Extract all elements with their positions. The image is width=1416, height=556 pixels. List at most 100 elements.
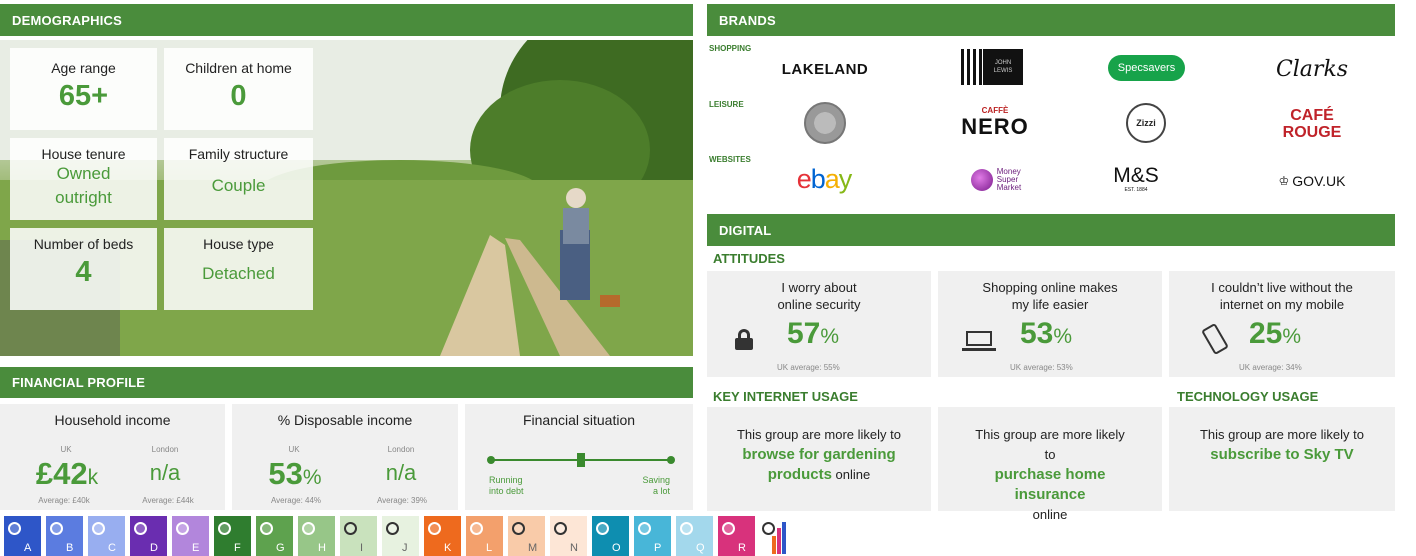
disposable-income-uk-number: 53 (268, 456, 303, 491)
key-usage-insurance-bold: purchase home insurance (994, 466, 1106, 503)
segment-swatch-o[interactable]: O (592, 516, 629, 556)
mobile-phone-icon (1201, 322, 1229, 356)
attitude-shopping-number: 53 (1020, 317, 1054, 350)
leisure-crest-logo (804, 102, 846, 144)
swatch-radio-icon (638, 522, 651, 535)
caffe-nero-text: NERO (961, 113, 1029, 139)
financial-profile-header: FINANCIAL PROFILE (0, 367, 693, 398)
segment-swatch-g[interactable]: G (256, 516, 293, 556)
house-type-card: House type Detached (164, 228, 313, 310)
ebay-y: y (838, 163, 852, 194)
key-internet-usage-label: KEY INTERNET USAGE (713, 389, 858, 404)
segment-swatch-q[interactable]: Q (676, 516, 713, 556)
msm-text: Money Super Market (997, 168, 1021, 192)
clarks-logo: Clarks (1275, 56, 1349, 82)
household-income-uk-value: £42k (22, 456, 112, 492)
attitude-security-percent: 57% (787, 317, 839, 351)
swatch-letter: F (234, 542, 241, 554)
disposable-income-uk-value: 53% (250, 456, 340, 492)
swatch-letter: C (108, 542, 116, 554)
segment-swatch-p[interactable]: P (634, 516, 671, 556)
swatch-radio-icon (596, 522, 609, 535)
swatch-letter: D (150, 542, 158, 554)
segment-swatch-j[interactable]: J (382, 516, 419, 556)
money-super-market-logo: Money Super Market (956, 164, 1036, 196)
key-usage-gardening-bold: browse for gardening products (742, 446, 896, 483)
attitude-shopping-line1: Shopping online makes (982, 280, 1118, 295)
segment-swatch-e[interactable]: E (172, 516, 209, 556)
ebay-b: b (810, 163, 826, 194)
financial-situation-title: Financial situation (522, 412, 636, 428)
attitude-security-line1: I worry about (781, 280, 857, 295)
cafe-rouge-line1: CAFÉ (1290, 107, 1334, 124)
household-income-london-value: n/a (149, 460, 181, 485)
number-of-beds-label: Number of beds (33, 236, 134, 252)
segment-swatch-k[interactable]: K (424, 516, 461, 556)
gov-uk-logo: ♔ GOV.UK (1262, 168, 1362, 194)
disposable-income-london-label: London (387, 445, 415, 454)
swatch-radio-icon (554, 522, 567, 535)
attitude-shopping-sign: % (1053, 325, 1073, 348)
key-usage-gardening-text: This group are more likely to browse for… (715, 425, 923, 485)
chart-icon-bar-2 (777, 528, 781, 554)
swatch-radio-icon (344, 522, 357, 535)
scale-right-line1: Saving (642, 475, 670, 485)
segment-swatch-m[interactable]: M (508, 516, 545, 556)
lock-icon (735, 329, 753, 350)
msm-line3: Market (996, 183, 1022, 192)
household-income-uk-unit: k (87, 466, 99, 489)
laptop-base (962, 348, 996, 351)
segment-swatch-n[interactable]: N (550, 516, 587, 556)
swatch-letter: L (486, 542, 493, 554)
segment-swatch-d[interactable]: D (130, 516, 167, 556)
swatch-letter: H (318, 542, 326, 554)
attitude-mobile-average: UK average: 34% (1239, 363, 1302, 372)
segment-swatch-f[interactable]: F (214, 516, 251, 556)
segment-swatch-i[interactable]: I (340, 516, 377, 556)
swatch-radio-icon (8, 522, 21, 535)
chart-icon-bar-1 (772, 536, 776, 554)
segment-swatch-a[interactable]: A (4, 516, 41, 556)
disposable-income-box: % Disposable income UK London 53% n/a Av… (232, 404, 458, 510)
john-lewis-bars (961, 49, 983, 85)
swatch-letter: K (444, 542, 452, 554)
swatch-radio-icon (218, 522, 231, 535)
segment-swatch-b[interactable]: B (46, 516, 83, 556)
swatch-letter: M (528, 542, 538, 554)
laptop-screen (966, 331, 992, 346)
john-lewis-box: JOHN LEWIS (983, 49, 1023, 85)
scale-left-label: Running into debt (489, 475, 524, 497)
segment-swatch-l[interactable]: L (466, 516, 503, 556)
swatch-radio-icon (680, 522, 693, 535)
attitude-mobile-line2: internet on my mobile (1219, 297, 1345, 312)
key-usage-insurance-post: online (1032, 507, 1068, 522)
financial-situation-marker (577, 453, 585, 467)
swatch-letter: G (276, 542, 285, 554)
age-range-card: Age range 65+ (10, 48, 157, 130)
swatch-letter: A (24, 542, 32, 554)
attitude-security-line2: online security (777, 297, 861, 312)
household-income-uk-average: Average: £40k (38, 496, 90, 505)
swatch-radio-icon (134, 522, 147, 535)
house-tenure-card: House tenure Owned outright (10, 138, 157, 220)
chart-icon[interactable] (760, 518, 790, 556)
house-tenure-line1: Owned (56, 164, 111, 183)
segment-swatch-r[interactable]: R (718, 516, 755, 556)
disposable-income-uk-unit: % (302, 466, 322, 489)
children-at-home-card: Children at home 0 (164, 48, 313, 130)
segment-swatch-c[interactable]: C (88, 516, 125, 556)
crown-icon: ♔ (1278, 174, 1290, 188)
swatch-radio-icon (50, 522, 63, 535)
lakeland-logo: LAKELAND (781, 60, 869, 78)
key-usage-insurance-pre: This group are more likely to (975, 427, 1125, 462)
chart-icon-ring (762, 522, 775, 535)
swatch-letter: E (192, 542, 200, 554)
swatch-letter: J (402, 542, 408, 554)
tech-usage-text: This group are more likely to subscribe … (1179, 425, 1385, 465)
ms-sub: EST. 1884 (1124, 187, 1148, 193)
cafe-rouge-logo: CAFÉ ROUGE (1262, 106, 1362, 142)
segment-swatch-h[interactable]: H (298, 516, 335, 556)
children-at-home-value: 0 (230, 80, 247, 112)
children-at-home-label: Children at home (185, 60, 292, 76)
laptop-icon (962, 331, 996, 351)
